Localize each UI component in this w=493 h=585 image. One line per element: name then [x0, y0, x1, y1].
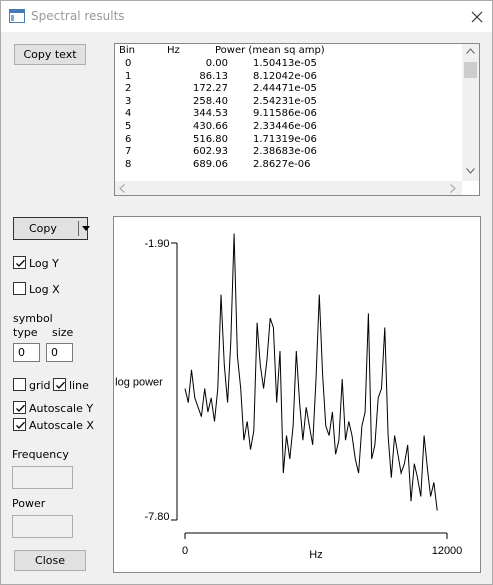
autoscale-y-label: Autoscale Y: [29, 402, 94, 415]
split-divider: [78, 221, 79, 236]
power-cell: 1.71319e-06: [253, 133, 317, 145]
log-y-label: Log Y: [29, 257, 59, 270]
table-row[interactable]: 7 602.93 2.38683e-06: [115, 146, 460, 158]
frequency-readout: [12, 466, 73, 489]
table-row[interactable]: 1 86.13 8.12042e-06: [115, 71, 460, 83]
power-cell: 2.8627e-06: [253, 158, 311, 170]
bin-cell: 1: [125, 70, 132, 82]
y-axis-label: log power: [115, 377, 163, 389]
bin-cell: 0: [125, 58, 132, 69]
list-header: Bin Hz Power (mean sq amp): [115, 45, 460, 57]
app-icon: [9, 9, 25, 23]
autoscale-x-checkbox[interactable]: [13, 418, 26, 431]
close-button[interactable]: Close: [14, 550, 86, 571]
table-row[interactable]: 5 430.66 2.33446e-06: [115, 121, 460, 133]
close-icon[interactable]: [467, 7, 487, 27]
log-x-checkbox[interactable]: [13, 282, 26, 295]
copy-dropdown-button[interactable]: Copy: [13, 217, 90, 240]
log-x-label: Log X: [29, 283, 60, 296]
table-row[interactable]: 8 689.06 2.8627e-06: [115, 159, 460, 171]
checkmark-icon: [16, 421, 25, 429]
symbol-size-input[interactable]: 0: [46, 343, 73, 362]
title-bar: Spectral results: [1, 1, 492, 32]
y-tick-label: -1.90: [144, 238, 169, 250]
copy-text-button[interactable]: Copy text: [14, 44, 86, 65]
vertical-scrollbar[interactable]: [462, 44, 479, 181]
spectrum-line: [184, 233, 438, 511]
hz-cell: 689.06: [193, 158, 228, 170]
checkmark-icon: [56, 381, 65, 389]
checkmark-icon: [16, 259, 25, 267]
log-y-checkbox[interactable]: [13, 256, 26, 269]
power-label: Power: [12, 497, 46, 510]
scroll-thumb[interactable]: [464, 62, 477, 78]
hz-cell: 344.53: [193, 108, 228, 120]
bin-cell: 5: [125, 121, 132, 132]
header-bin: Bin: [119, 45, 135, 56]
bin-cell: 8: [125, 158, 132, 170]
symbol-type-input[interactable]: 0: [13, 343, 40, 362]
spectrum-plot[interactable]: -1.90 -7.80 0 12000 Hz log power: [113, 216, 481, 573]
results-listbox[interactable]: Bin Hz Power (mean sq amp) 0 0.00 1.50413e…: [114, 43, 480, 196]
power-cell: 8.12042e-06: [253, 70, 317, 82]
autoscale-x-label: Autoscale X: [29, 419, 94, 432]
bin-cell: 7: [125, 146, 132, 158]
scroll-right-icon[interactable]: [450, 184, 456, 193]
power-cell: 2.38683e-06: [253, 146, 317, 158]
table-row[interactable]: 4 344.53 9.11586e-06: [115, 108, 460, 120]
hz-cell: 258.40: [193, 95, 228, 107]
scroll-up-icon[interactable]: [466, 48, 475, 54]
hz-cell: 0.00: [205, 58, 228, 69]
chevron-down-icon[interactable]: [82, 226, 90, 231]
horizontal-scrollbar[interactable]: [115, 181, 462, 195]
symbol-type-label: type: [13, 326, 38, 339]
power-cell: 1.50413e-05: [253, 58, 317, 69]
hz-cell: 86.13: [199, 70, 228, 82]
power-cell: 2.33446e-06: [253, 121, 317, 132]
symbol-size-label: size: [52, 326, 74, 339]
window-title: Spectral results: [31, 9, 125, 23]
spectral-results-window: Spectral results Copy text Bin Hz Power …: [0, 0, 493, 585]
power-cell: 9.11586e-06: [253, 108, 317, 120]
scroll-left-icon[interactable]: [119, 184, 125, 193]
x-tick-label: 0: [182, 545, 188, 557]
header-power: Power (mean sq amp): [215, 45, 325, 56]
hz-cell: 172.27: [193, 83, 228, 95]
table-row[interactable]: 3 258.40 2.54231e-05: [115, 96, 460, 108]
bin-cell: 3: [125, 95, 132, 107]
bin-cell: 2: [125, 83, 132, 95]
table-row[interactable]: 6 516.80 1.71319e-06: [115, 134, 460, 146]
hz-cell: 430.66: [193, 121, 228, 132]
table-row[interactable]: 2 172.27 2.44471e-05: [115, 83, 460, 95]
bin-cell: 4: [125, 108, 132, 120]
power-cell: 2.54231e-05: [253, 95, 317, 107]
bin-cell: 6: [125, 133, 132, 145]
y-tick-label: -7.80: [144, 511, 169, 523]
frequency-label: Frequency: [12, 448, 69, 461]
table-row[interactable]: 0 0.00 1.50413e-05: [115, 58, 460, 70]
x-axis-label: Hz: [309, 549, 322, 561]
copy-button-label: Copy: [29, 222, 57, 235]
header-hz: Hz: [167, 45, 180, 56]
line-checkbox[interactable]: [53, 378, 66, 391]
hz-cell: 516.80: [193, 133, 228, 145]
grid-label: grid: [29, 379, 51, 392]
symbol-label: symbol: [13, 312, 53, 325]
scroll-down-icon[interactable]: [466, 168, 475, 174]
line-label: line: [69, 379, 89, 392]
autoscale-y-checkbox[interactable]: [13, 401, 26, 414]
grid-checkbox[interactable]: [13, 378, 26, 391]
hz-cell: 602.93: [193, 146, 228, 158]
power-readout: [12, 515, 73, 538]
power-cell: 2.44471e-05: [253, 83, 317, 95]
spectrum-chart: -1.90 -7.80 0 12000 Hz log power: [115, 233, 463, 561]
x-tick-label: 12000: [432, 545, 463, 557]
checkmark-icon: [16, 404, 25, 412]
